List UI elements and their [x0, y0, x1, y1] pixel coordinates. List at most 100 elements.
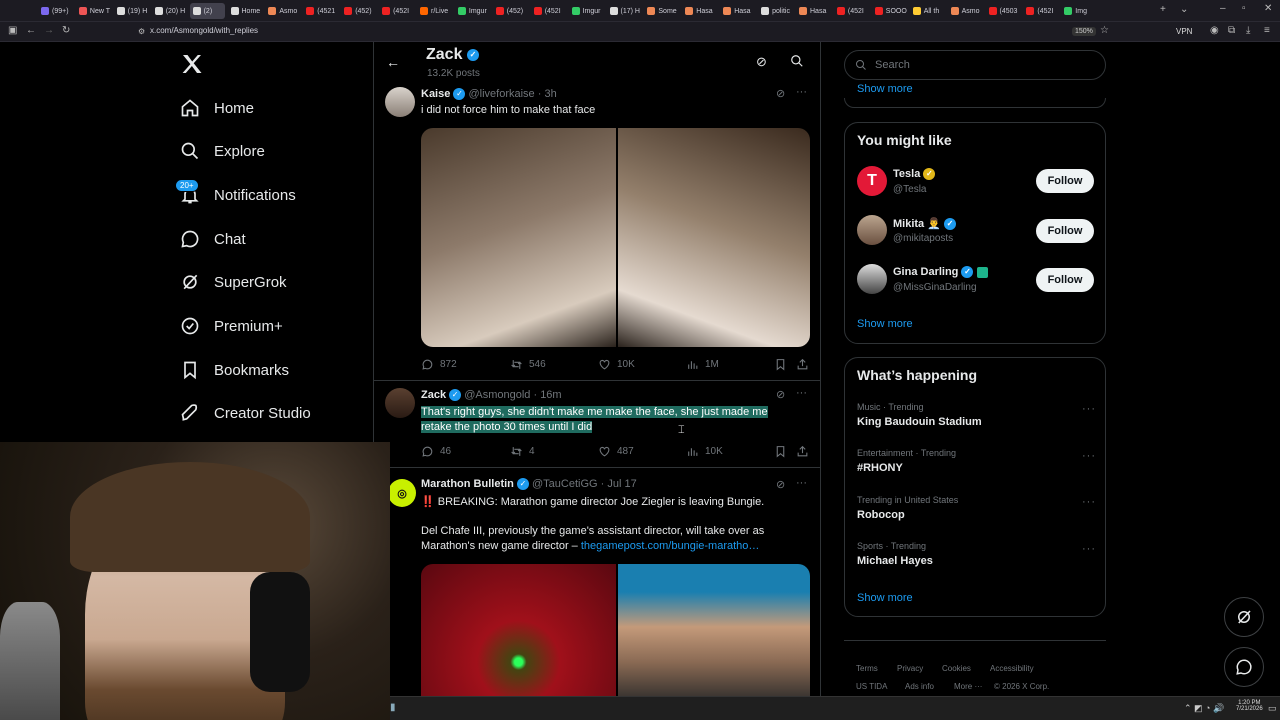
views-button[interactable]: 10K [686, 445, 723, 458]
extensions-icon[interactable]: ⧉ [1228, 25, 1235, 36]
follow-button[interactable]: Follow [1036, 268, 1094, 292]
nav-premium[interactable]: Premium+ [180, 316, 283, 336]
browser-tab[interactable]: r/Live [417, 3, 453, 19]
browser-tab[interactable]: (452I [379, 3, 415, 19]
like-button[interactable]: 487 [598, 445, 634, 458]
clock[interactable]: 1:20 PM 7/21/2026 [1236, 700, 1263, 712]
app-icon[interactable]: ▮ [390, 702, 396, 713]
views-button[interactable]: 1M [686, 358, 719, 371]
trend-item[interactable]: #RHONY [857, 462, 903, 474]
account-handle[interactable]: @MissGinaDarling [893, 282, 977, 293]
browser-tab[interactable]: Imgur [455, 3, 491, 19]
tweet-time[interactable]: · 3h [538, 88, 557, 100]
bookmark-icon[interactable] [774, 358, 787, 371]
footer-link[interactable]: US TIDA [856, 682, 887, 691]
browser-tab[interactable]: Hasa [720, 3, 756, 19]
zoom-level-badge[interactable]: 150% [1072, 27, 1096, 36]
profile-icon[interactable]: ◉ [1210, 25, 1219, 36]
share-icon[interactable] [796, 358, 809, 371]
browser-tab[interactable]: (17) H [607, 3, 643, 19]
browser-tab[interactable]: politic [758, 3, 794, 19]
nav-home[interactable]: Home [180, 98, 254, 118]
tweet-photo[interactable] [421, 564, 616, 696]
menu-icon[interactable]: ≡ [1264, 25, 1270, 36]
show-more-link[interactable]: Show more [857, 318, 913, 330]
tesla-logo-icon[interactable]: T [857, 166, 887, 196]
footer-link[interactable]: Accessibility [990, 664, 1034, 673]
nav-notifications[interactable]: 20+ Notifications [175, 179, 296, 205]
nav-chat[interactable]: Chat [180, 229, 246, 249]
account-name[interactable]: Gina Darling ✓ [893, 266, 988, 279]
like-button[interactable]: 10K [598, 358, 635, 371]
trend-item[interactable]: King Baudouin Stadium [857, 416, 982, 428]
nav-bookmarks[interactable]: Bookmarks [180, 360, 289, 380]
retweet-button[interactable]: 546 [510, 358, 546, 371]
browser-tab[interactable]: Asmo [265, 3, 301, 19]
notification-center-icon[interactable]: ▭ [1268, 703, 1277, 714]
browser-tab[interactable]: New T [76, 3, 112, 19]
nav-explore[interactable]: Explore [180, 141, 265, 161]
more-options-icon[interactable]: ··· [796, 477, 807, 489]
account-name[interactable]: Mikita 👨‍💼 ✓ [893, 217, 956, 231]
author-name[interactable]: Zack [421, 389, 446, 401]
site-info-icon[interactable]: ⚙ [138, 27, 145, 36]
system-tray-icon[interactable]: ⌃ ◩ ◔ 🔊 [1184, 703, 1224, 714]
trend-item[interactable]: Robocop [857, 509, 905, 521]
browser-tab[interactable]: Hasa [682, 3, 718, 19]
tweet-time[interactable]: · Jul 17 [601, 478, 637, 490]
account-handle[interactable]: @Tesla [893, 184, 927, 195]
browser-tab[interactable]: Imgur [569, 3, 605, 19]
show-more-link[interactable]: Show more [857, 83, 913, 95]
footer-link[interactable]: More ··· [954, 682, 982, 691]
x-logo-icon[interactable] [180, 52, 204, 76]
account-handle[interactable]: @mikitaposts [893, 233, 953, 244]
more-options-icon[interactable]: ··· [796, 387, 807, 399]
retweet-button[interactable]: 4 [510, 445, 535, 458]
grok-icon[interactable]: ⊘ [776, 478, 785, 491]
downloads-icon[interactable]: ⤓ [1246, 25, 1250, 36]
browser-tab[interactable]: SOOO [872, 3, 908, 19]
browser-tab[interactable]: (4503 [986, 3, 1022, 19]
browser-tab[interactable]: Some [644, 3, 680, 19]
search-profile-icon[interactable] [790, 54, 804, 73]
grok-fab-button[interactable] [1224, 597, 1264, 637]
back-icon[interactable]: ← [26, 25, 36, 36]
messages-fab-button[interactable] [1224, 647, 1264, 687]
more-options-icon[interactable]: ··· [1082, 450, 1096, 462]
more-options-icon[interactable]: ··· [796, 86, 807, 98]
back-arrow-icon[interactable]: ← [386, 54, 400, 70]
avatar[interactable]: ◎ [388, 479, 416, 507]
browser-tab[interactable]: (452) [341, 3, 377, 19]
footer-link[interactable]: Privacy [897, 664, 923, 673]
maximize-button[interactable]: ▫ [1242, 3, 1246, 14]
search-box[interactable]: Search [844, 50, 1106, 80]
footer-link[interactable]: Cookies [942, 664, 971, 673]
forward-icon[interactable]: → [44, 25, 54, 36]
browser-tab[interactable]: (4521 [303, 3, 339, 19]
tweet-photo[interactable] [421, 128, 616, 347]
grok-icon[interactable]: ⊘ [776, 388, 785, 401]
browser-tab[interactable]: Img [1061, 3, 1097, 19]
new-tab-button[interactable]: + [1160, 4, 1166, 15]
author-name[interactable]: Kaise [421, 88, 450, 100]
more-options-icon[interactable]: ··· [1082, 496, 1096, 508]
author-name[interactable]: Marathon Bulletin [421, 478, 514, 490]
share-icon[interactable] [796, 445, 809, 458]
tweet-photo[interactable] [618, 564, 810, 696]
browser-tab[interactable]: (99+) [38, 3, 74, 19]
more-options-icon[interactable]: ··· [1082, 403, 1096, 415]
avatar[interactable] [385, 87, 415, 117]
vpn-badge[interactable]: VPN [1176, 27, 1192, 36]
avatar[interactable] [385, 388, 415, 418]
footer-link[interactable]: Ads info [905, 682, 934, 691]
tweet-photo[interactable] [618, 128, 810, 347]
follow-button[interactable]: Follow [1036, 219, 1094, 243]
close-window-button[interactable]: ✕ [1264, 3, 1272, 14]
trend-item[interactable]: Michael Hayes [857, 555, 933, 567]
browser-tab[interactable]: All th [910, 3, 946, 19]
avatar[interactable] [857, 215, 887, 245]
reload-icon[interactable]: ↻ [62, 25, 70, 36]
browser-tab[interactable]: Home [228, 3, 264, 19]
more-options-icon[interactable]: ··· [1082, 543, 1096, 555]
account-name[interactable]: Tesla ✓ [893, 168, 936, 181]
